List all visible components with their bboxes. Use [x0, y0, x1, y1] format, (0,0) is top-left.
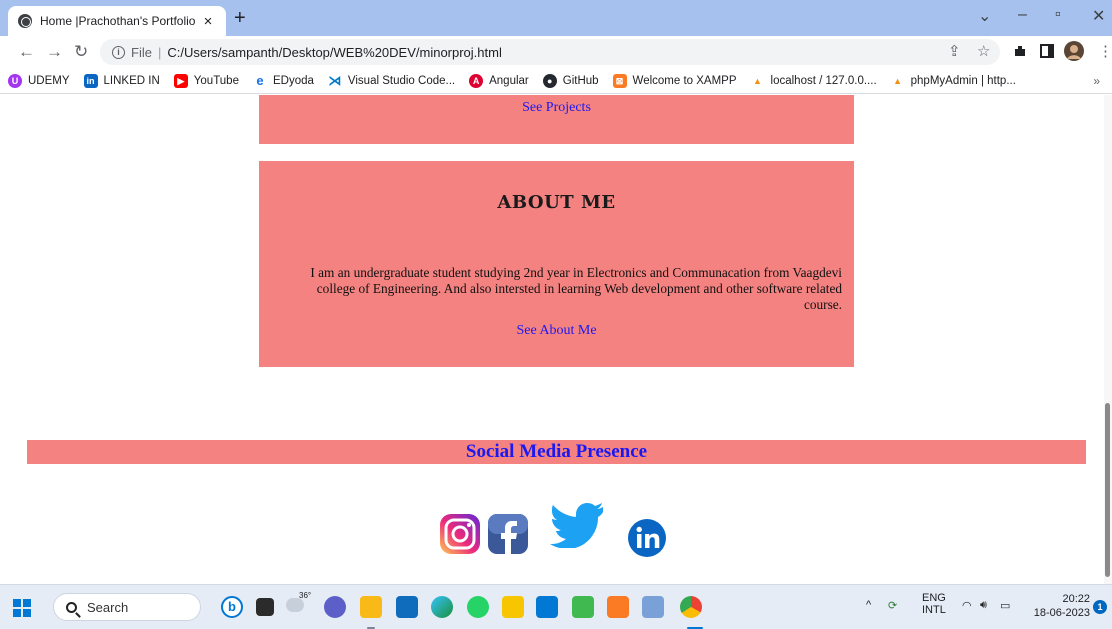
url-scheme-label: File: [131, 44, 152, 60]
linkedin-icon: in: [83, 73, 98, 88]
browser-tab[interactable]: Home |Prachothan's Portfolio ×: [8, 6, 226, 36]
menu-icon[interactable]: ⋮: [1098, 42, 1112, 60]
bookmarks-bar: U UDEMY in LINKED IN ▶ YouTube e EDyoda ⋊ Vis…: [0, 68, 1112, 94]
bookmark-angular[interactable]: A Angular: [469, 73, 529, 88]
weather-icon[interactable]: 36°: [286, 591, 311, 618]
tab-strip: Home |Prachothan's Portfolio × + ⌄ – ▫ ✕: [0, 0, 1112, 36]
instagram-icon[interactable]: [438, 512, 482, 556]
youtube-icon: ▶: [173, 73, 188, 88]
file-explorer-icon[interactable]: [360, 596, 382, 618]
tab-title: Home |Prachothan's Portfolio: [40, 14, 196, 28]
taskbar: Search b 36° ^ ⟳ ENG INTL ◠ 🔊︎ ▭ 20:22 1…: [0, 584, 1112, 629]
windows-start-icon[interactable]: [13, 599, 31, 617]
tray-overflow-icon[interactable]: ^: [866, 599, 871, 611]
facebook-icon[interactable]: [486, 512, 530, 556]
info-icon[interactable]: i: [112, 45, 125, 59]
sticky-notes-icon[interactable]: [502, 596, 524, 618]
language-indicator[interactable]: ENG INTL: [922, 592, 946, 616]
reload-icon[interactable]: ↻: [74, 42, 88, 62]
bing-icon[interactable]: b: [221, 596, 243, 618]
volume-icon[interactable]: 🔊︎: [980, 599, 987, 612]
taskbar-search-placeholder: Search: [87, 599, 129, 615]
xampp-taskbar-icon[interactable]: [607, 596, 629, 618]
bookmarks-more-icon[interactable]: »: [1093, 74, 1100, 88]
bookmark-star-icon[interactable]: ☆: [977, 42, 990, 60]
edyoda-icon: e: [256, 72, 264, 88]
avatar[interactable]: [1064, 41, 1084, 61]
battery-icon[interactable]: ▭: [1000, 599, 1010, 612]
whatsapp-icon[interactable]: [467, 596, 489, 618]
bookmark-github[interactable]: ● GitHub: [542, 73, 599, 88]
github-icon: ●: [542, 73, 557, 88]
phpmyadmin-icon: ▲: [893, 75, 903, 86]
notification-badge[interactable]: 1: [1093, 600, 1107, 614]
bookmark-vscode[interactable]: ⋊ Visual Studio Code...: [328, 72, 455, 88]
wifi-icon[interactable]: ◠: [962, 599, 972, 612]
see-projects-link[interactable]: See Projects: [259, 100, 854, 116]
forward-icon[interactable]: →: [46, 42, 63, 62]
mail-icon[interactable]: [396, 596, 418, 618]
linkedin-icon[interactable]: [627, 518, 667, 558]
task-view-icon[interactable]: [256, 598, 274, 616]
lang-bottom: INTL: [922, 604, 946, 616]
extensions-icon[interactable]: [1013, 44, 1027, 58]
bookmark-phpmyadmin[interactable]: ▲ phpMyAdmin | http...: [891, 74, 1016, 88]
clock-date: 18-06-2023: [1033, 607, 1090, 619]
teams-chat-icon[interactable]: [324, 596, 346, 618]
about-title: ABOUT ME: [497, 192, 616, 213]
sync-icon[interactable]: ⟳: [888, 599, 897, 612]
taskbar-search[interactable]: Search: [53, 593, 201, 621]
vscode-icon: ⋊: [328, 72, 342, 88]
new-tab-button[interactable]: +: [234, 8, 246, 28]
lang-top: ENG: [922, 592, 946, 604]
restore-icon[interactable]: ▫: [1055, 6, 1061, 24]
scrollbar-thumb[interactable]: [1105, 403, 1110, 577]
globe-icon: [18, 14, 32, 28]
udemy-icon: U: [8, 73, 22, 88]
twitter-icon[interactable]: [549, 502, 605, 548]
address-bar[interactable]: i File | C:/Users/sampanth/Desktop/WEB%2…: [100, 39, 1000, 65]
close-window-icon[interactable]: ✕: [1092, 6, 1105, 26]
vscode-taskbar-icon[interactable]: [536, 596, 558, 618]
tab-search-icon[interactable]: ⌄: [978, 6, 991, 26]
photos-icon[interactable]: [642, 596, 664, 618]
page-content: See Projects ABOUT ME I am an undergradu…: [0, 95, 1112, 584]
chrome-icon[interactable]: [680, 596, 702, 618]
clock[interactable]: 20:22 18-06-2023: [1034, 592, 1090, 620]
url-separator: |: [157, 44, 162, 60]
browser-toolbar: ← → ↻ i File | C:/Users/sampanth/Desktop…: [0, 36, 1112, 68]
share-icon[interactable]: ⇪: [948, 42, 961, 60]
see-about-link[interactable]: See About Me: [259, 323, 854, 339]
bookmark-localhost[interactable]: ▲ localhost / 127.0.0....: [751, 74, 877, 88]
projects-card: See Projects: [259, 95, 854, 144]
about-text: I am an undergraduate student studying 2…: [310, 265, 842, 312]
node-icon[interactable]: [572, 596, 594, 618]
about-card: ABOUT ME I am an undergraduate student s…: [259, 161, 854, 367]
bookmark-youtube[interactable]: ▶ YouTube: [173, 73, 239, 88]
minimize-icon[interactable]: –: [1018, 6, 1027, 24]
social-heading: Social Media Presence: [27, 440, 1086, 464]
bookmark-edyoda[interactable]: e EDyoda: [253, 72, 314, 88]
back-icon[interactable]: ←: [18, 42, 35, 62]
social-icons: [0, 500, 1112, 560]
bookmark-linkedin[interactable]: in LINKED IN: [83, 73, 160, 88]
edge-icon[interactable]: [431, 596, 453, 618]
side-panel-icon[interactable]: [1040, 44, 1054, 58]
tab-close-icon[interactable]: ×: [200, 13, 216, 30]
bookmark-xampp[interactable]: ⊠ Welcome to XAMPP: [612, 73, 737, 88]
angular-icon: A: [469, 73, 484, 88]
clock-time: 20:22: [1062, 593, 1090, 605]
bookmark-udemy[interactable]: U UDEMY: [8, 73, 70, 88]
xampp-icon: ⊠: [612, 73, 627, 88]
phpmyadmin-icon: ▲: [753, 75, 762, 86]
weather-temp: 36°: [299, 591, 312, 600]
url-text[interactable]: C:/Users/sampanth/Desktop/WEB%20DEV/mino…: [167, 45, 502, 60]
search-icon: [66, 601, 77, 613]
